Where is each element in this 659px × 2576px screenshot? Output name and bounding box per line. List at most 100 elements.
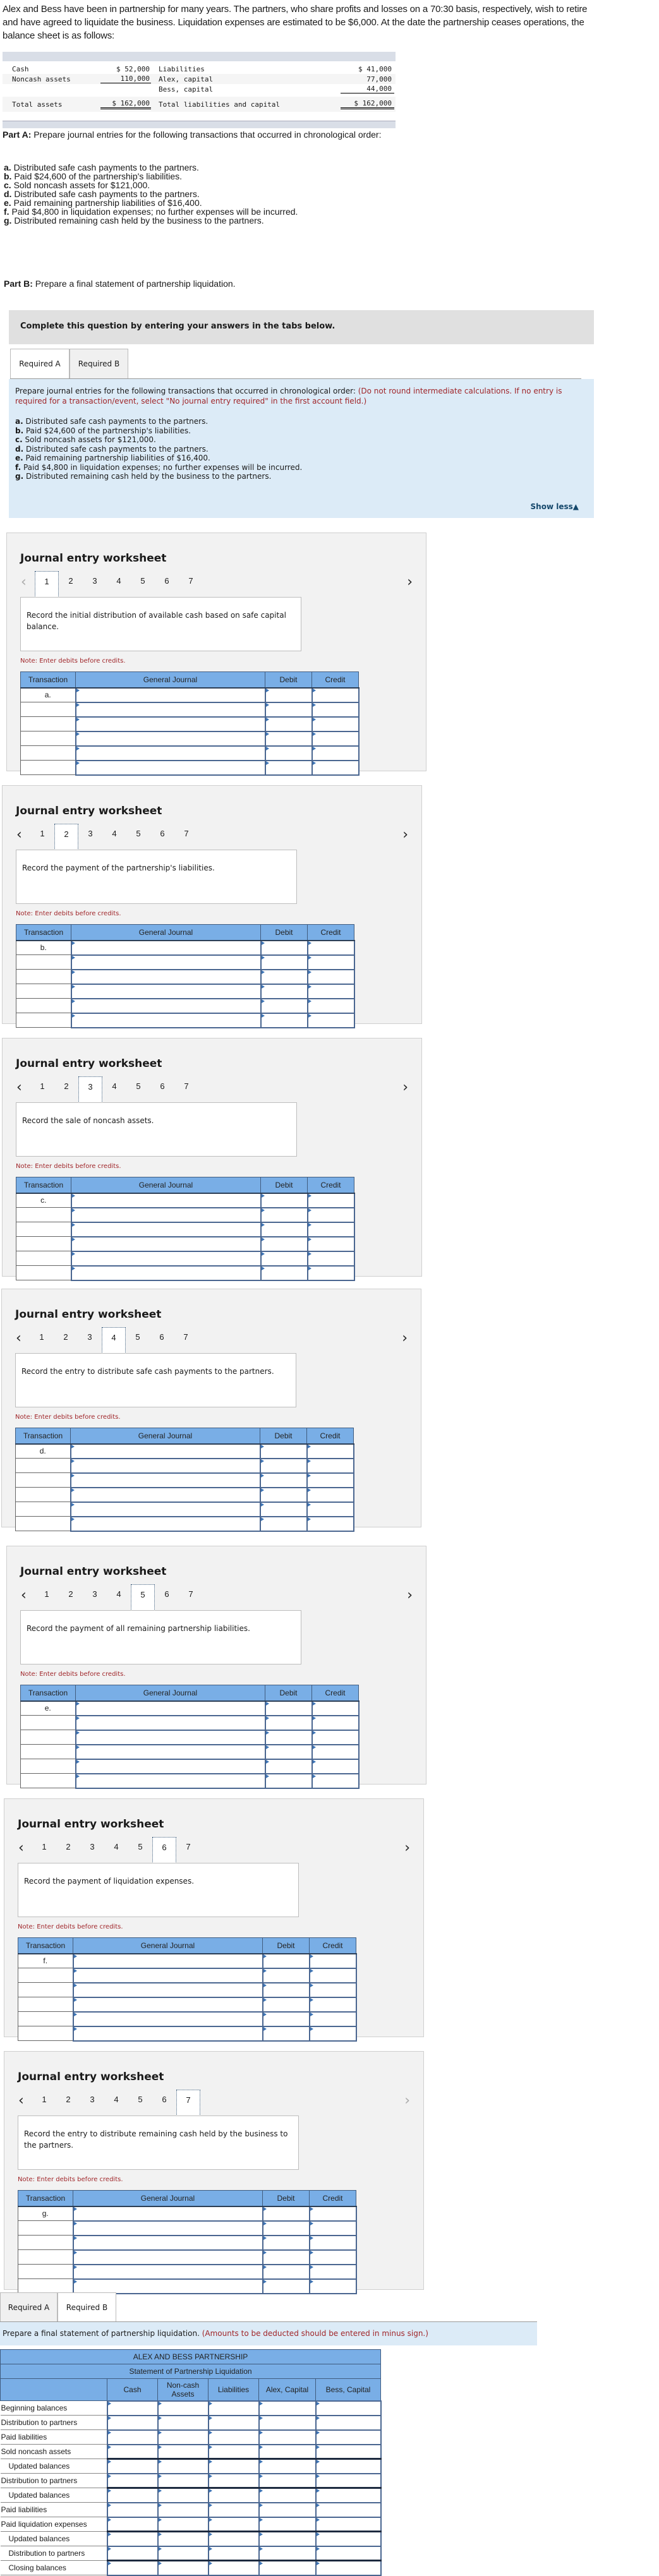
- amount-input[interactable]: [106, 2443, 159, 2460]
- credit-input[interactable]: [311, 1743, 360, 1760]
- account-select[interactable]: [75, 716, 266, 732]
- debit-input[interactable]: [264, 759, 313, 776]
- account-select[interactable]: [72, 1953, 263, 1969]
- worksheet-step-3[interactable]: 3: [83, 1584, 107, 1611]
- worksheet-step-6[interactable]: 6: [152, 2090, 176, 2116]
- worksheet-step-4[interactable]: 4: [107, 571, 131, 598]
- account-select[interactable]: [70, 983, 262, 999]
- chevron-left-icon[interactable]: ‹: [21, 1589, 27, 1603]
- credit-input[interactable]: [308, 2249, 357, 2265]
- worksheet-step-5[interactable]: 5: [131, 1584, 155, 1611]
- chevron-right-icon[interactable]: ›: [402, 1332, 408, 1345]
- debit-input[interactable]: [260, 1221, 308, 1237]
- debit-input[interactable]: [259, 1486, 308, 1503]
- account-select[interactable]: [75, 1758, 266, 1774]
- amount-input[interactable]: [315, 2560, 382, 2576]
- debit-input[interactable]: [260, 968, 308, 985]
- debit-input[interactable]: [260, 1192, 308, 1208]
- tab-required-a[interactable]: Required A: [0, 2292, 57, 2322]
- credit-input[interactable]: [308, 2220, 357, 2236]
- credit-input[interactable]: [308, 2234, 357, 2251]
- account-select[interactable]: [75, 1729, 266, 1745]
- amount-input[interactable]: [315, 2531, 382, 2547]
- worksheet-step-7[interactable]: 7: [179, 571, 203, 598]
- amount-input[interactable]: [258, 2472, 317, 2489]
- account-select[interactable]: [70, 1192, 262, 1208]
- account-select[interactable]: [75, 730, 266, 747]
- account-select[interactable]: [70, 1501, 261, 1517]
- worksheet-step-7[interactable]: 7: [179, 1584, 203, 1611]
- debit-input[interactable]: [264, 701, 313, 718]
- worksheet-step-3[interactable]: 3: [78, 1076, 102, 1103]
- worksheet-step-6[interactable]: 6: [150, 1327, 174, 1354]
- credit-input[interactable]: [311, 701, 360, 718]
- amount-input[interactable]: [106, 2501, 159, 2518]
- amount-input[interactable]: [207, 2400, 260, 2416]
- account-select[interactable]: [72, 1996, 263, 2013]
- credit-input[interactable]: [306, 1192, 355, 1208]
- account-select[interactable]: [75, 759, 266, 776]
- amount-input[interactable]: [207, 2443, 260, 2460]
- amount-input[interactable]: [315, 2545, 382, 2561]
- account-select[interactable]: [72, 1982, 263, 1998]
- amount-input[interactable]: [157, 2501, 209, 2518]
- amount-input[interactable]: [207, 2560, 260, 2576]
- amount-input[interactable]: [207, 2414, 260, 2431]
- chevron-left-icon[interactable]: ‹: [18, 1841, 24, 1855]
- debit-input[interactable]: [262, 2011, 310, 2027]
- worksheet-step-7[interactable]: 7: [174, 1327, 198, 1354]
- account-select[interactable]: [75, 1773, 266, 1789]
- credit-input[interactable]: [306, 1501, 354, 1517]
- account-select[interactable]: [70, 939, 262, 956]
- amount-input[interactable]: [258, 2458, 317, 2474]
- debit-input[interactable]: [262, 1996, 310, 2013]
- account-select[interactable]: [72, 2220, 263, 2236]
- tab-required-a[interactable]: Required A: [10, 349, 70, 378]
- chevron-right-icon[interactable]: ›: [404, 1841, 410, 1855]
- credit-input[interactable]: [306, 1486, 354, 1503]
- show-less-link[interactable]: Show less▲: [531, 502, 579, 512]
- worksheet-step-3[interactable]: 3: [78, 824, 102, 850]
- worksheet-step-5[interactable]: 5: [126, 1076, 150, 1103]
- amount-input[interactable]: [315, 2472, 382, 2489]
- account-select[interactable]: [70, 1221, 262, 1237]
- worksheet-step-6[interactable]: 6: [150, 1076, 174, 1103]
- amount-input[interactable]: [157, 2531, 209, 2547]
- amount-input[interactable]: [315, 2501, 382, 2518]
- credit-input[interactable]: [306, 983, 355, 999]
- chevron-left-icon[interactable]: ‹: [18, 2094, 24, 2108]
- debit-input[interactable]: [262, 2025, 310, 2042]
- account-select[interactable]: [70, 1515, 261, 1532]
- account-select[interactable]: [70, 1457, 261, 1474]
- credit-input[interactable]: [306, 939, 355, 956]
- debit-input[interactable]: [264, 1758, 313, 1774]
- credit-input[interactable]: [311, 1729, 360, 1745]
- worksheet-step-5[interactable]: 5: [126, 824, 150, 850]
- account-select[interactable]: [70, 1207, 262, 1223]
- credit-input[interactable]: [311, 1714, 360, 1731]
- credit-input[interactable]: [308, 2025, 357, 2042]
- debit-input[interactable]: [264, 1773, 313, 1789]
- debit-input[interactable]: [260, 1265, 308, 1281]
- worksheet-step-5[interactable]: 5: [128, 2090, 152, 2116]
- worksheet-step-1[interactable]: 1: [30, 1076, 54, 1103]
- debit-input[interactable]: [259, 1457, 308, 1474]
- worksheet-step-6[interactable]: 6: [152, 1837, 176, 1863]
- worksheet-step-4[interactable]: 4: [102, 1076, 126, 1103]
- debit-input[interactable]: [259, 1472, 308, 1488]
- debit-input[interactable]: [260, 1207, 308, 1223]
- account-select[interactable]: [70, 1265, 262, 1281]
- debit-input[interactable]: [264, 1729, 313, 1745]
- amount-input[interactable]: [315, 2414, 382, 2431]
- worksheet-step-2[interactable]: 2: [56, 1837, 80, 1863]
- credit-input[interactable]: [306, 997, 355, 1014]
- credit-input[interactable]: [308, 1982, 357, 1998]
- chevron-right-icon[interactable]: ›: [407, 1589, 413, 1603]
- amount-input[interactable]: [258, 2501, 317, 2518]
- worksheet-step-7[interactable]: 7: [174, 824, 198, 850]
- amount-input[interactable]: [106, 2516, 159, 2532]
- amount-input[interactable]: [106, 2414, 159, 2431]
- debit-input[interactable]: [264, 1700, 313, 1716]
- amount-input[interactable]: [258, 2545, 317, 2561]
- chevron-left-icon[interactable]: ‹: [16, 828, 22, 842]
